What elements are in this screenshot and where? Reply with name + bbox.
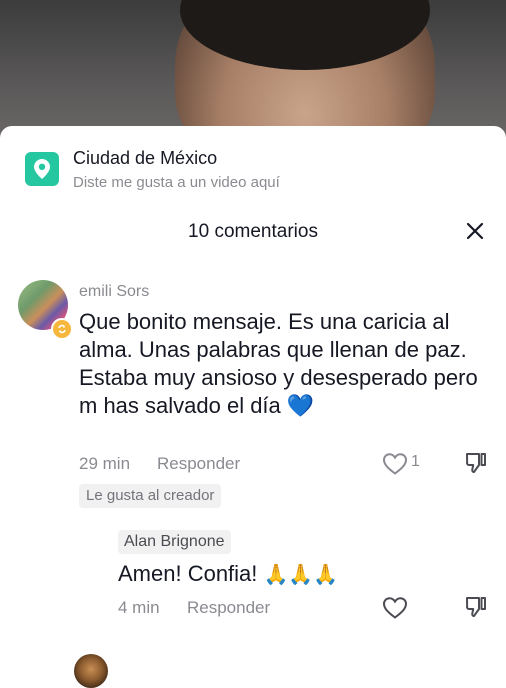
reply-button[interactable]: Responder [157, 453, 240, 475]
location-banner[interactable]: Ciudad de México Diste me gusta a un vid… [25, 146, 280, 194]
dislike-icon[interactable] [464, 451, 488, 480]
reply-timestamp: 4 min [118, 598, 160, 617]
reply-text-content: Amen! Confia! [118, 561, 258, 586]
heart-icon[interactable] [382, 452, 408, 481]
location-title: Ciudad de México [73, 148, 218, 168]
praying-hands-emoji: 🙏🙏🙏 [263, 562, 339, 586]
creator-liked-badge: Le gusta al creador [79, 484, 222, 508]
reply-text: Amen! Confia! 🙏🙏🙏 [118, 560, 338, 588]
like-count: 1 [411, 453, 420, 470]
repost-badge-icon [51, 318, 73, 340]
comments-count-title: 10 comentarios [188, 221, 318, 242]
reply-author[interactable]: Alan Brignone [118, 530, 231, 554]
dislike-icon[interactable] [464, 595, 488, 624]
comment-text-content: Que bonito mensaje. Es una caricia al al… [79, 309, 478, 418]
comment-author[interactable]: emili Sors [79, 281, 149, 303]
avatar[interactable] [74, 654, 108, 688]
location-pin-icon [25, 152, 59, 186]
video-background [0, 0, 506, 140]
comment-text: Que bonito mensaje. Es una caricia al al… [79, 308, 489, 420]
reply-button[interactable]: Responder [187, 597, 270, 619]
location-subtitle: Diste me gusta a un video aquí [73, 174, 280, 191]
comments-sheet: Ciudad de México Diste me gusta a un vid… [0, 126, 506, 688]
comment-timestamp: 29 min [79, 454, 131, 473]
close-icon[interactable] [464, 220, 486, 242]
blue-heart-emoji: 💙 [286, 393, 315, 418]
heart-icon[interactable] [382, 596, 408, 625]
